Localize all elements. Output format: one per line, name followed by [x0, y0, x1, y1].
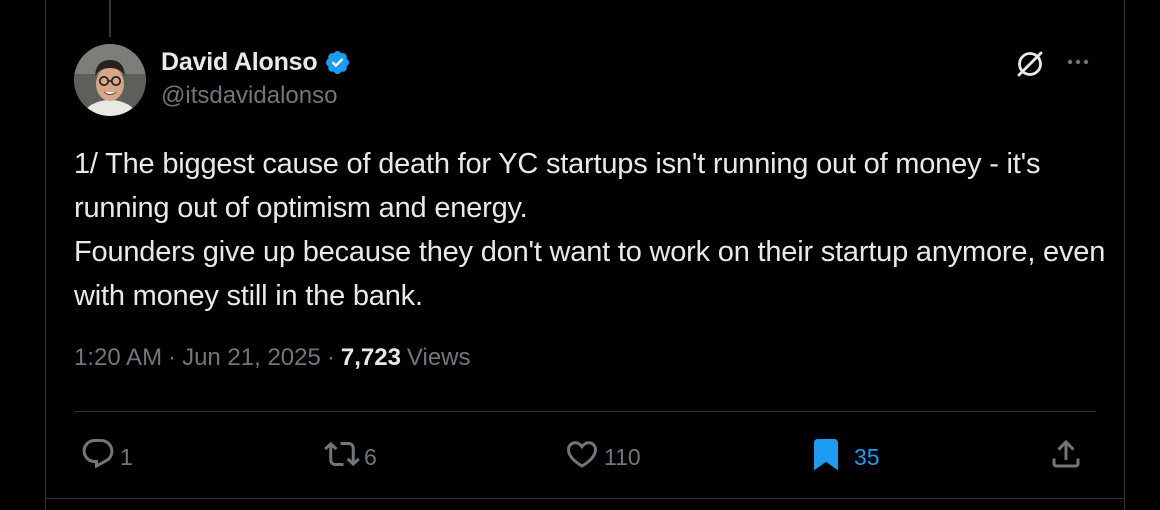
- reply-icon[interactable]: [80, 436, 116, 478]
- share-icon[interactable]: [1048, 436, 1084, 478]
- like-button[interactable]: 110: [564, 432, 641, 482]
- tweet-date[interactable]: Jun 21, 2025: [182, 344, 321, 372]
- tweet-time[interactable]: 1:20 AM: [74, 344, 162, 372]
- reply-count: 1: [120, 443, 133, 470]
- verified-badge-icon[interactable]: [324, 49, 351, 76]
- meta-separator: ·: [326, 344, 335, 371]
- tweet-text: 1/ The biggest cause of death for YC sta…: [74, 142, 1114, 318]
- repost-icon[interactable]: [324, 436, 360, 478]
- column-border-right: [1124, 0, 1125, 510]
- bookmark-icon[interactable]: [808, 436, 844, 478]
- tweet-meta: 1:20 AM · Jun 21, 2025 · 7,723 Views: [74, 344, 471, 372]
- author-handle[interactable]: @itsdavidalonso: [161, 82, 337, 110]
- action-bar: 1 6 110 35: [80, 432, 1090, 482]
- thread-connector-line: [109, 0, 111, 37]
- more-icon[interactable]: [1062, 50, 1094, 74]
- author-name-row[interactable]: David Alonso: [161, 44, 351, 80]
- tweet-text-line: Founders give up because they don't want…: [74, 236, 1106, 312]
- author-display-name[interactable]: David Alonso: [161, 48, 318, 77]
- reply-button[interactable]: 1: [80, 432, 133, 482]
- share-button[interactable]: [1048, 432, 1084, 482]
- views-label[interactable]: Views: [407, 344, 471, 372]
- column-border-left: [45, 0, 46, 510]
- divider: [45, 498, 1125, 499]
- bookmark-button[interactable]: 35: [808, 432, 880, 482]
- avatar[interactable]: [74, 44, 146, 116]
- avatar-photo: [74, 44, 146, 116]
- divider: [74, 411, 1096, 412]
- tweet-text-line: 1/ The biggest cause of death for YC sta…: [74, 148, 1041, 224]
- repost-button[interactable]: 6: [324, 432, 377, 482]
- repost-count: 6: [364, 443, 377, 470]
- grok-icon[interactable]: [1014, 48, 1046, 80]
- meta-separator: ·: [168, 344, 177, 371]
- like-icon[interactable]: [564, 436, 600, 478]
- like-count: 110: [604, 443, 641, 470]
- views-count[interactable]: 7,723: [341, 344, 401, 372]
- bookmark-count: 35: [854, 443, 880, 470]
- tweet-detail-view: David Alonso @itsdavidalonso 1/ The bigg…: [0, 0, 1160, 510]
